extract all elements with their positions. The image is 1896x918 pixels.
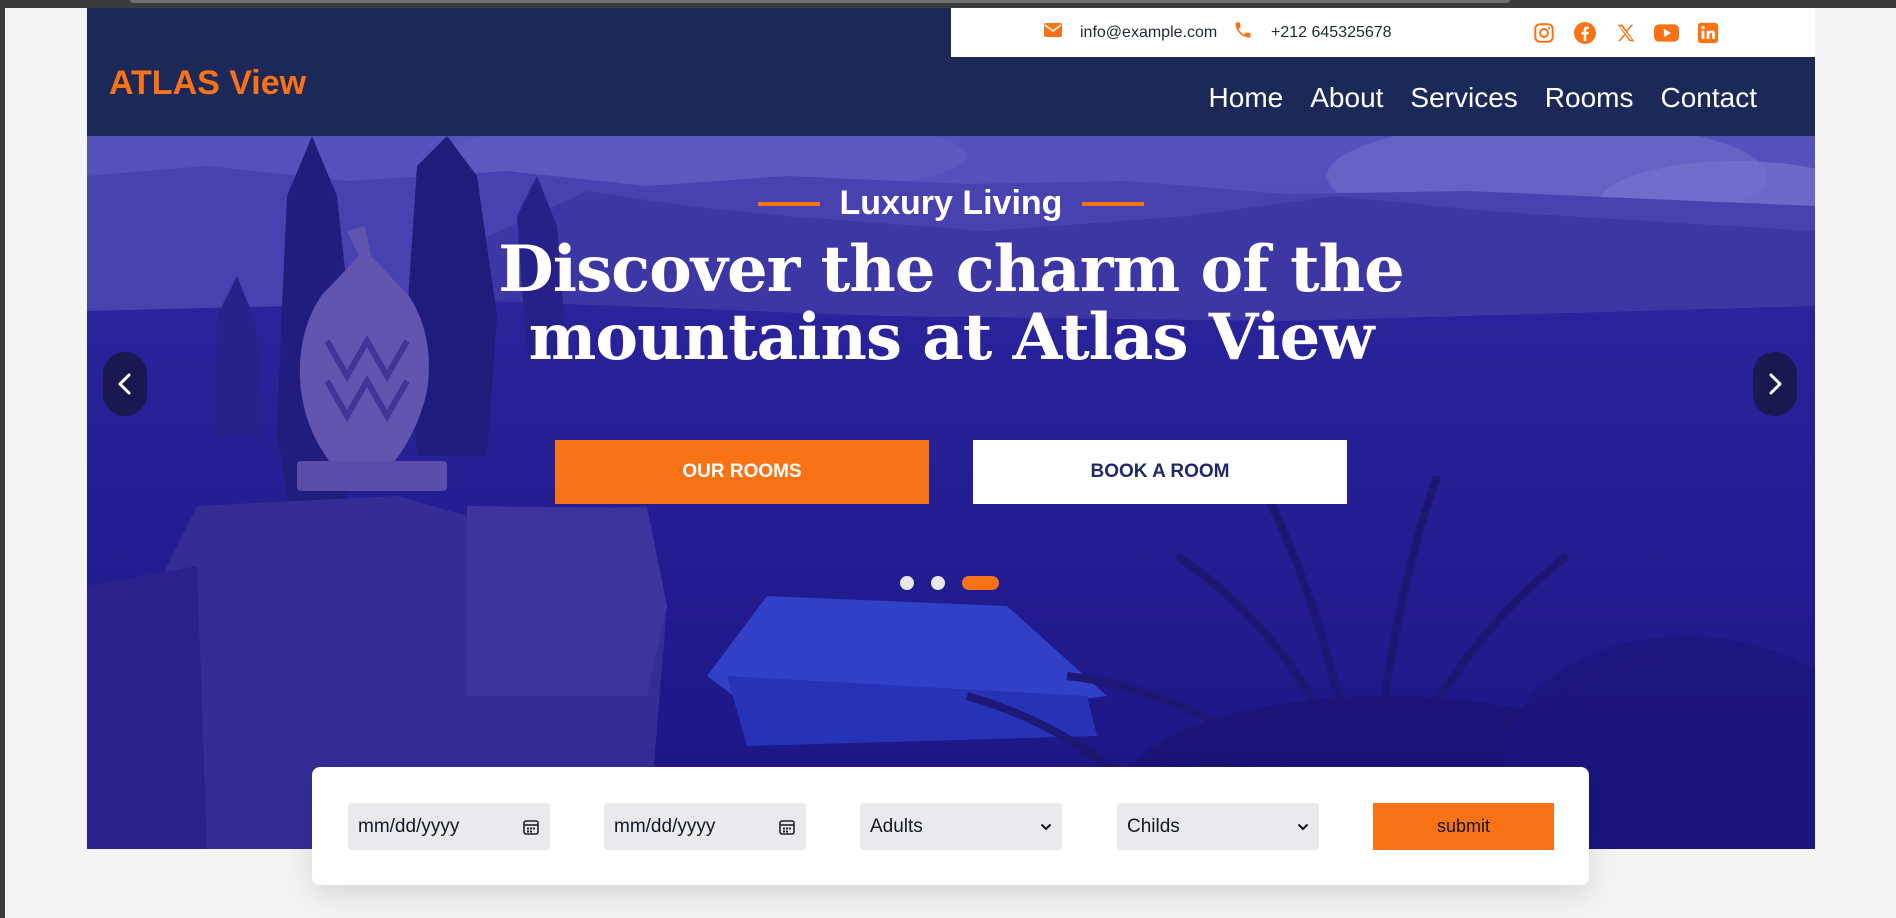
carousel-dot-2[interactable] xyxy=(931,576,945,590)
contact-phone[interactable]: +212 645325678 xyxy=(1233,8,1392,57)
browser-frame-top xyxy=(0,0,1896,8)
checkin-date-placeholder: mm/dd/yyyy xyxy=(358,815,460,837)
checkout-date-input[interactable]: mm/dd/yyyy xyxy=(604,803,806,850)
book-a-room-button[interactable]: BOOK A ROOM xyxy=(973,440,1347,504)
nav-item-services[interactable]: Services xyxy=(1410,82,1517,114)
subtitle-divider-left xyxy=(757,201,820,206)
submit-button[interactable]: submit xyxy=(1373,803,1554,850)
adults-select-value: Adults xyxy=(870,815,923,837)
contact-topbar: info@example.com +212 645325678 xyxy=(951,8,1815,57)
contact-phone-text: +212 645325678 xyxy=(1271,23,1392,41)
chevron-right-icon xyxy=(1769,373,1782,395)
linkedin-icon[interactable] xyxy=(1695,20,1720,45)
nav-item-home[interactable]: Home xyxy=(1209,82,1284,114)
main-nav: Home About Services Rooms Contact xyxy=(1209,82,1757,114)
hero-subtitle-row: Luxury Living xyxy=(87,184,1815,223)
navbar: ATLAS View info@example.com +212 6453256… xyxy=(87,8,1815,136)
childs-select[interactable]: Childs xyxy=(1117,803,1319,850)
booking-form: mm/dd/yyyy mm/dd/yyyy Adults Childs subm… xyxy=(312,767,1589,885)
chevron-down-icon xyxy=(1297,823,1309,830)
nav-item-rooms[interactable]: Rooms xyxy=(1545,82,1634,114)
calendar-icon[interactable] xyxy=(522,818,540,836)
checkout-date-placeholder: mm/dd/yyyy xyxy=(614,815,716,837)
hero-subtitle: Luxury Living xyxy=(839,184,1063,222)
hero-headline: Discover the charm of the mountains at A… xyxy=(427,236,1475,372)
site-logo[interactable]: ATLAS View xyxy=(109,64,306,103)
contact-email[interactable]: info@example.com xyxy=(1044,8,1217,57)
facebook-icon[interactable] xyxy=(1572,20,1597,45)
contact-email-text: info@example.com xyxy=(1080,23,1218,41)
carousel-prev-button[interactable] xyxy=(103,352,147,416)
hero-carousel: Luxury Living Discover the charm of the … xyxy=(87,136,1815,849)
hero-headline-line-2: mountains at Atlas View xyxy=(528,300,1375,375)
nav-item-contact[interactable]: Contact xyxy=(1661,82,1758,114)
youtube-icon[interactable] xyxy=(1654,20,1679,45)
chevron-left-icon xyxy=(118,373,131,395)
browser-tab-strip xyxy=(130,0,1510,3)
carousel-dot-3-active[interactable] xyxy=(962,576,999,590)
adults-select[interactable]: Adults xyxy=(860,803,1062,850)
website: ATLAS View info@example.com +212 6453256… xyxy=(87,8,1815,849)
phone-icon xyxy=(1233,20,1253,45)
carousel-dot-1[interactable] xyxy=(900,576,914,590)
childs-select-value: Childs xyxy=(1127,815,1180,837)
carousel-next-button[interactable] xyxy=(1753,352,1797,416)
hero-headline-line-1: Discover the charm of the xyxy=(498,232,1405,307)
calendar-icon[interactable] xyxy=(778,818,796,836)
envelope-icon xyxy=(1044,23,1062,42)
nav-item-about[interactable]: About xyxy=(1310,82,1383,114)
chevron-down-icon xyxy=(1040,823,1052,830)
our-rooms-button[interactable]: OUR ROOMS xyxy=(555,440,929,504)
carousel-indicators xyxy=(900,576,999,590)
instagram-icon[interactable] xyxy=(1531,20,1556,45)
x-icon[interactable] xyxy=(1613,20,1638,45)
social-links xyxy=(1531,20,1720,45)
checkin-date-input[interactable]: mm/dd/yyyy xyxy=(348,803,550,850)
subtitle-divider-right xyxy=(1082,201,1145,206)
